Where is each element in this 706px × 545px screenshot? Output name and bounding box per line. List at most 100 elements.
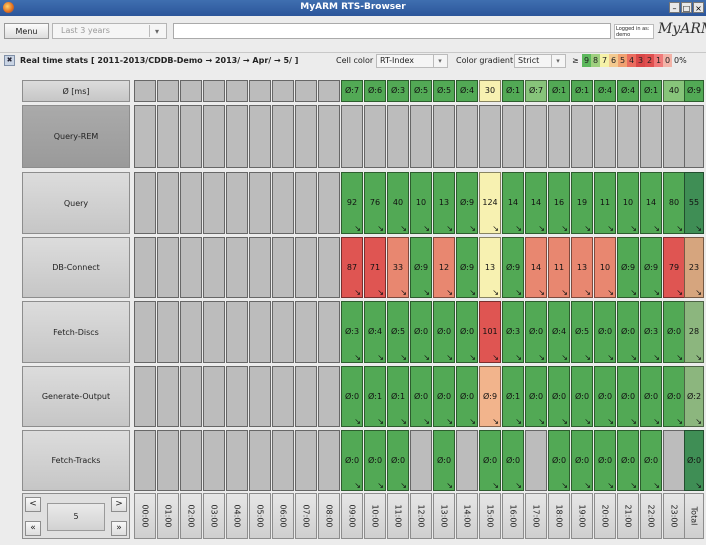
stat-cell[interactable] — [318, 237, 340, 298]
hour-column-header[interactable]: 14:00 — [456, 493, 478, 539]
minimize-icon[interactable]: – — [669, 2, 680, 13]
prev-button[interactable]: < — [25, 497, 41, 512]
stat-cell[interactable]: Ø:4 — [594, 80, 616, 102]
row-header[interactable]: Query-REM — [22, 105, 130, 168]
hour-column-header[interactable]: 22:00 — [640, 493, 662, 539]
stat-cell[interactable] — [571, 105, 593, 168]
stat-cell[interactable]: Ø:0 ↘ — [617, 430, 639, 491]
stat-cell[interactable] — [226, 105, 248, 168]
stat-cell[interactable] — [364, 105, 386, 168]
hour-column-header[interactable]: 02:00 — [180, 493, 202, 539]
total-cell[interactable]: 55 ↘ — [684, 172, 704, 234]
hour-column-header[interactable]: 17:00 — [525, 493, 547, 539]
stat-cell[interactable] — [157, 80, 179, 102]
hour-column-header[interactable]: 20:00 — [594, 493, 616, 539]
hour-column-header[interactable]: 09:00 — [341, 493, 363, 539]
stat-cell[interactable] — [226, 430, 248, 491]
stat-cell[interactable]: Ø:0 ↘ — [571, 430, 593, 491]
stat-cell[interactable]: Ø:0 ↘ — [433, 430, 455, 491]
stat-cell[interactable]: 87 ↘ — [341, 237, 363, 298]
total-cell[interactable]: Ø:2 ↘ — [684, 366, 704, 427]
stat-cell[interactable]: Ø:0 ↘ — [525, 366, 547, 427]
hour-column-header[interactable]: 05:00 — [249, 493, 271, 539]
hour-column-header[interactable]: 23:00 — [663, 493, 685, 539]
stat-cell[interactable] — [295, 172, 317, 234]
stat-cell[interactable] — [180, 430, 202, 491]
stat-cell[interactable] — [318, 105, 340, 168]
stat-cell[interactable] — [341, 105, 363, 168]
row-header[interactable]: Ø [ms] — [22, 80, 130, 102]
stat-cell[interactable]: Ø:1 ↘ — [364, 366, 386, 427]
stat-cell[interactable] — [203, 80, 225, 102]
stat-cell[interactable]: 14 ↘ — [525, 237, 547, 298]
stat-cell[interactable] — [157, 366, 179, 427]
hour-column-header[interactable]: 04:00 — [226, 493, 248, 539]
stat-cell[interactable] — [272, 172, 294, 234]
stat-cell[interactable]: Ø:1 ↘ — [387, 366, 409, 427]
stat-cell[interactable] — [157, 430, 179, 491]
stat-cell[interactable]: 16 ↘ — [548, 172, 570, 234]
stat-cell[interactable]: Ø:5 ↘ — [571, 301, 593, 363]
stat-cell[interactable]: Ø:3 ↘ — [341, 301, 363, 363]
stat-cell[interactable]: Ø:9 ↘ — [502, 237, 524, 298]
stat-cell[interactable]: Ø:0 ↘ — [594, 366, 616, 427]
stat-cell[interactable]: 33 ↘ — [387, 237, 409, 298]
stat-cell[interactable] — [272, 366, 294, 427]
total-cell[interactable]: Ø:9 — [684, 80, 704, 102]
stat-cell[interactable] — [157, 105, 179, 168]
first-button[interactable]: « — [25, 521, 41, 536]
stat-cell[interactable] — [640, 105, 662, 168]
stat-cell[interactable]: 12 ↘ — [433, 237, 455, 298]
cell-color-select[interactable]: RT-Index ▾ — [376, 54, 448, 68]
total-cell[interactable]: Ø:0 ↘ — [684, 430, 704, 491]
stat-cell[interactable]: Ø:0 ↘ — [456, 366, 478, 427]
stat-cell[interactable]: Ø:0 ↘ — [640, 430, 662, 491]
stat-cell[interactable] — [456, 430, 478, 491]
stat-cell[interactable]: Ø:1 — [640, 80, 662, 102]
stat-cell[interactable]: Ø:0 ↘ — [410, 301, 432, 363]
stat-cell[interactable] — [157, 237, 179, 298]
hour-column-header[interactable]: 03:00 — [203, 493, 225, 539]
stat-cell[interactable] — [249, 80, 271, 102]
stat-cell[interactable]: Ø:0 ↘ — [594, 430, 616, 491]
stat-cell[interactable]: Ø:3 ↘ — [640, 301, 662, 363]
stat-cell[interactable]: Ø:1 — [548, 80, 570, 102]
stat-cell[interactable]: Ø:9 ↘ — [456, 172, 478, 234]
stat-cell[interactable]: 13 ↘ — [571, 237, 593, 298]
total-cell[interactable]: 28 ↘ — [684, 301, 704, 363]
stat-cell[interactable]: Ø:0 ↘ — [663, 366, 685, 427]
next-button[interactable]: > — [111, 497, 127, 512]
row-header[interactable]: Fetch-Discs — [22, 301, 130, 363]
stat-cell[interactable]: Ø:3 ↘ — [502, 301, 524, 363]
stat-cell[interactable] — [525, 430, 547, 491]
stat-cell[interactable]: Ø:0 ↘ — [387, 430, 409, 491]
stat-cell[interactable] — [410, 105, 432, 168]
stat-cell[interactable]: Ø:1 — [571, 80, 593, 102]
stat-cell[interactable] — [134, 80, 156, 102]
stat-cell[interactable] — [157, 172, 179, 234]
stat-cell[interactable] — [387, 105, 409, 168]
hour-column-header[interactable]: 18:00 — [548, 493, 570, 539]
stat-cell[interactable]: Ø:7 — [341, 80, 363, 102]
stat-cell[interactable] — [433, 105, 455, 168]
stat-cell[interactable] — [180, 80, 202, 102]
hour-column-header[interactable]: 21:00 — [617, 493, 639, 539]
hour-column-header[interactable]: 19:00 — [571, 493, 593, 539]
stat-cell[interactable]: Ø:0 ↘ — [617, 301, 639, 363]
chevron-down-icon[interactable]: ▾ — [551, 55, 564, 67]
stat-cell[interactable] — [226, 301, 248, 363]
stat-cell[interactable] — [226, 366, 248, 427]
stat-cell[interactable]: 13 ↘ — [433, 172, 455, 234]
stat-cell[interactable]: 79 ↘ — [663, 237, 685, 298]
stat-cell[interactable] — [249, 366, 271, 427]
row-header[interactable]: DB-Connect — [22, 237, 130, 298]
stat-cell[interactable]: Ø:1 ↘ — [502, 366, 524, 427]
hour-column-header[interactable]: 15:00 — [479, 493, 501, 539]
chevron-down-icon[interactable]: ▾ — [433, 55, 446, 67]
stat-cell[interactable]: 92 ↘ — [341, 172, 363, 234]
hour-column-header[interactable]: 11:00 — [387, 493, 409, 539]
total-cell[interactable] — [684, 105, 704, 168]
stat-cell[interactable] — [295, 105, 317, 168]
stat-cell[interactable]: Ø:9 ↘ — [640, 237, 662, 298]
stat-cell[interactable]: Ø:0 ↘ — [594, 301, 616, 363]
